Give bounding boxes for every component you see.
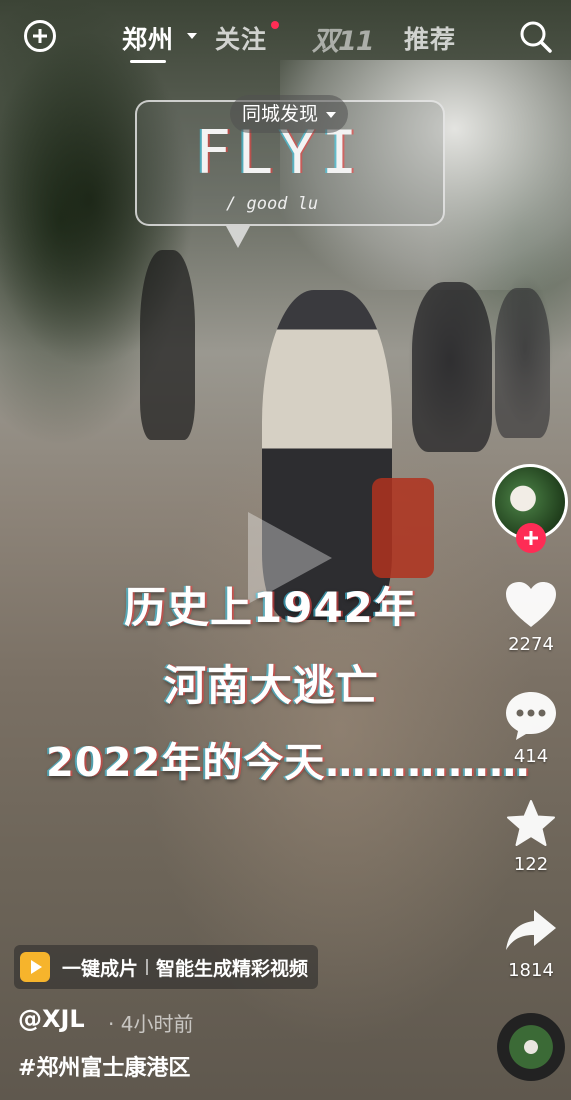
video-sticker-subtitle: / good lu bbox=[226, 194, 319, 214]
top-bar: 郑州 关注 双11 推荐 bbox=[0, 0, 571, 76]
comment-action[interactable]: 414 bbox=[495, 690, 567, 767]
hashtag-link[interactable]: #郑州富士康港区 bbox=[18, 1050, 190, 1082]
video-person-bag bbox=[372, 478, 434, 578]
location-discover-pill[interactable]: 同城发现 bbox=[230, 95, 349, 133]
post-time: · 4小时前 bbox=[108, 1012, 194, 1036]
like-action[interactable]: 2274 bbox=[495, 580, 567, 655]
tab-double-11[interactable]: 双11 bbox=[312, 19, 375, 58]
chevron-down-icon[interactable] bbox=[187, 33, 197, 39]
video-person-bg3 bbox=[140, 250, 195, 440]
tab-recommend[interactable]: 推荐 bbox=[404, 20, 456, 56]
clapperboard-icon bbox=[20, 952, 50, 982]
promo-subtitle: 智能生成精彩视频 bbox=[156, 957, 309, 980]
active-tab-indicator bbox=[130, 60, 166, 63]
promo-title: 一键成片 bbox=[62, 957, 139, 980]
comment-icon[interactable] bbox=[504, 690, 558, 742]
star-icon[interactable] bbox=[504, 798, 558, 850]
share-action[interactable]: 1814 bbox=[495, 906, 567, 981]
video-person-bg1 bbox=[412, 282, 492, 452]
like-count: 2274 bbox=[508, 634, 554, 655]
music-disc-icon[interactable] bbox=[497, 1013, 565, 1081]
search-icon[interactable] bbox=[519, 20, 553, 54]
tab-following[interactable]: 关注 bbox=[215, 20, 267, 56]
video-person-bg2 bbox=[495, 288, 550, 438]
comment-count: 414 bbox=[513, 746, 549, 767]
share-icon[interactable] bbox=[504, 906, 558, 956]
favorite-action[interactable]: 122 bbox=[495, 798, 567, 875]
notification-dot bbox=[271, 21, 279, 29]
author-name[interactable]: @XJL bbox=[18, 1005, 85, 1033]
video-caption-line-3: 2022年的今天…………… bbox=[46, 740, 531, 786]
share-count: 1814 bbox=[508, 960, 554, 981]
heart-icon[interactable] bbox=[504, 580, 558, 630]
promo-divider bbox=[146, 959, 149, 975]
video-sticker-tail bbox=[226, 226, 250, 248]
favorite-count: 122 bbox=[513, 854, 549, 875]
follow-button[interactable] bbox=[516, 523, 546, 553]
tab-zhengzhou[interactable]: 郑州 bbox=[122, 20, 174, 56]
video-caption-line-2: 河南大逃亡 bbox=[164, 661, 380, 710]
video-caption-line-1: 历史上1942年 bbox=[124, 583, 417, 632]
one-click-video-banner[interactable]: 一键成片 智能生成精彩视频 bbox=[14, 945, 319, 989]
plus-circle-icon[interactable] bbox=[24, 20, 56, 52]
video-feed-screen[interactable]: 郑州 关注 双11 推荐 FLYI / good lu 同城发现 历史上1942… bbox=[0, 0, 571, 1100]
